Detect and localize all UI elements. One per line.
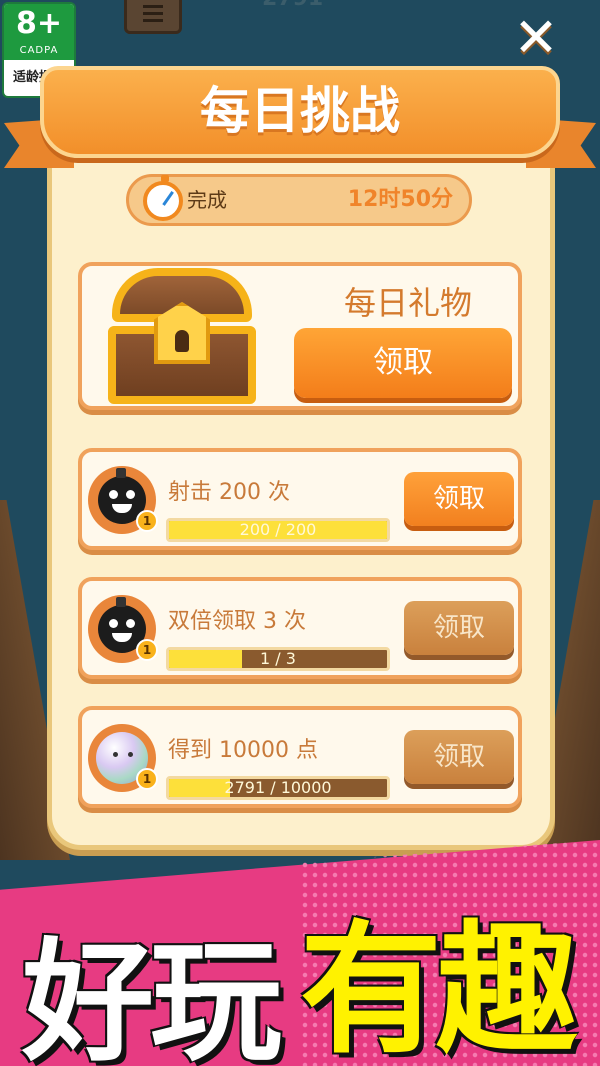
timer-label: 完成 — [187, 188, 227, 212]
promo-banner: 好玩 有趣 — [0, 840, 600, 1066]
task-card: 1 双倍领取 3 次 1 / 3 领取 — [78, 577, 522, 679]
task-claim-button[interactable]: 领取 — [404, 730, 514, 784]
level-badge: 1 — [136, 510, 158, 532]
task-icon-frame: 1 — [88, 724, 158, 792]
task-progress-bar: 200 / 200 — [166, 518, 390, 542]
menu-icon[interactable] — [124, 0, 182, 34]
progress-text: 200 / 200 — [239, 520, 317, 539]
level-badge: 1 — [136, 768, 158, 790]
timer-value: 12时50分 — [347, 187, 453, 212]
promo-text-yellow: 有趣 — [300, 908, 578, 1066]
age-rating-org: CADPA — [19, 45, 59, 56]
daily-gift-claim-button[interactable]: 领取 — [294, 328, 512, 398]
close-icon: ✕ — [513, 6, 559, 69]
treasure-chest-icon — [102, 268, 262, 408]
timer-bar: 完成 12时50分 — [126, 174, 472, 226]
task-claim-button[interactable]: 领取 — [404, 601, 514, 655]
task-title: 得到 10000 点 — [168, 738, 318, 763]
promo-text-white: 好玩 — [22, 926, 282, 1066]
panel-title: 每日挑战 — [200, 82, 400, 140]
daily-gift-title: 每日礼物 — [343, 284, 472, 322]
task-icon-frame: 1 — [88, 466, 158, 534]
age-rating-value: 8+ — [15, 6, 62, 41]
level-badge: 1 — [136, 639, 158, 661]
task-icon-frame: 1 — [88, 595, 158, 663]
progress-text: 2791 / 10000 — [224, 778, 332, 797]
task-title: 双倍领取 3 次 — [168, 609, 306, 634]
progress-text: 1 / 3 — [260, 649, 296, 668]
task-claim-button[interactable]: 领取 — [404, 472, 514, 526]
title-ribbon: 每日挑战 — [40, 66, 560, 158]
task-progress-bar: 2791 / 10000 — [166, 776, 390, 800]
task-card: 1 射击 200 次 200 / 200 领取 — [78, 448, 522, 550]
task-progress-bar: 1 / 3 — [166, 647, 390, 671]
top-score-counter: 2791 — [262, 0, 323, 11]
daily-gift-card: 每日礼物 领取 — [78, 262, 522, 410]
close-button[interactable]: ✕ — [510, 11, 562, 65]
task-card: 1 得到 10000 点 2791 / 10000 领取 — [78, 706, 522, 808]
task-title: 射击 200 次 — [168, 480, 290, 505]
stopwatch-icon — [143, 175, 183, 221]
